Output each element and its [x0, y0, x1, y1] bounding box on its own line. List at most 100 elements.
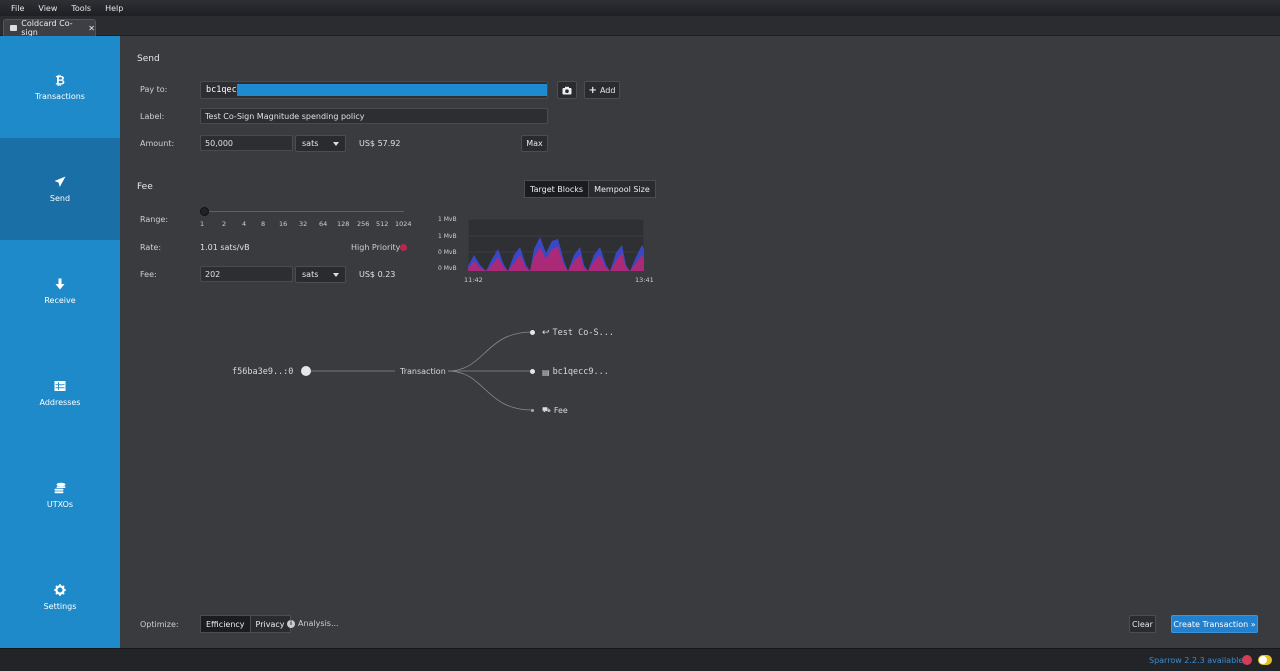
- range-tick: 512: [376, 220, 389, 228]
- amount-label: Amount:: [140, 139, 175, 148]
- optimize-privacy[interactable]: Privacy: [250, 615, 291, 633]
- output-fee[interactable]: ⛟ Fee: [542, 406, 568, 415]
- tab-strip: Coldcard Co-sign ✕: [0, 16, 1280, 37]
- fee-unit-select[interactable]: sats: [295, 266, 346, 283]
- analysis-label: Analysis...: [298, 619, 339, 628]
- send-panel: Send Pay to: bc1qec + Add Label: Test Co…: [120, 36, 1280, 648]
- fee-input[interactable]: 202: [200, 266, 293, 282]
- amount-unit-select[interactable]: sats: [295, 135, 346, 152]
- sidebar: ₿ Transactions Send Receive Addresses UT…: [0, 36, 120, 648]
- camera-icon: [562, 86, 572, 94]
- range-tick: 16: [279, 220, 288, 228]
- svg-text:₿: ₿: [55, 74, 65, 86]
- sidebar-item-settings[interactable]: Settings: [0, 546, 120, 648]
- scan-qr-button[interactable]: [557, 81, 577, 99]
- folder-icon: [10, 25, 18, 31]
- add-recipient-button[interactable]: + Add: [584, 81, 620, 99]
- fee-value: 202: [205, 269, 221, 279]
- sidebar-item-label: Addresses: [39, 397, 81, 407]
- toggle-target-blocks[interactable]: Target Blocks: [524, 180, 590, 198]
- menu-view[interactable]: View: [38, 4, 57, 13]
- output-node: [530, 369, 535, 374]
- menu-help[interactable]: Help: [105, 4, 123, 13]
- tab-wallet[interactable]: Coldcard Co-sign ✕: [3, 19, 96, 37]
- output-node: [531, 409, 534, 412]
- range-tick: 256: [357, 220, 370, 228]
- range-tick: 128: [337, 220, 350, 228]
- output-label: Fee: [553, 406, 568, 415]
- range-tick: 32: [299, 220, 308, 228]
- slider-track: [202, 211, 404, 212]
- range-tick: 1: [200, 220, 205, 228]
- clear-button[interactable]: Clear: [1129, 615, 1156, 633]
- pay-to-input[interactable]: bc1qec: [200, 81, 548, 99]
- range-tick: 64: [319, 220, 328, 228]
- connection-toggle[interactable]: [1258, 655, 1272, 665]
- amount-unit-value: sats: [302, 139, 319, 148]
- range-tick: 8: [261, 220, 266, 228]
- amount-input[interactable]: 50,000: [200, 135, 293, 151]
- optimize-efficiency[interactable]: Efficiency: [200, 615, 251, 633]
- toggle-knob: [1259, 656, 1267, 664]
- sidebar-item-send[interactable]: Send: [0, 138, 120, 240]
- toggle-mempool-size[interactable]: Mempool Size: [589, 180, 656, 198]
- sidebar-item-utxos[interactable]: UTXOs: [0, 444, 120, 546]
- create-transaction-button[interactable]: Create Transaction »: [1171, 615, 1258, 633]
- menu-file[interactable]: File: [11, 4, 24, 13]
- chevron-down-icon: [333, 272, 339, 277]
- sidebar-item-addresses[interactable]: Addresses: [0, 342, 120, 444]
- y-tick: 1 MvB: [438, 216, 457, 223]
- fee-fiat: US$ 0.23: [359, 270, 396, 279]
- info-icon: i: [287, 619, 295, 628]
- max-button[interactable]: Max: [521, 135, 548, 152]
- gear-icon: [54, 583, 66, 596]
- fee-icon: ⛟: [542, 406, 551, 414]
- fee-unit-value: sats: [302, 270, 319, 279]
- sidebar-item-label: Receive: [44, 295, 76, 305]
- sidebar-item-label: Transactions: [35, 91, 85, 101]
- y-tick: 1 MvB: [438, 233, 457, 240]
- fee-title: Fee: [137, 182, 153, 192]
- range-tick: 2: [222, 220, 227, 228]
- tab-label: Coldcard Co-sign: [21, 19, 73, 37]
- sidebar-item-transactions[interactable]: ₿ Transactions: [0, 36, 120, 138]
- output-node: [530, 330, 535, 335]
- bitcoin-icon: ₿: [55, 74, 65, 86]
- sidebar-item-label: Send: [49, 193, 71, 203]
- wallet-icon: ▤: [542, 367, 550, 377]
- sidebar-item-receive[interactable]: Receive: [0, 240, 120, 342]
- analysis-link[interactable]: i Analysis...: [287, 619, 339, 628]
- output-label: bc1qecc9...: [552, 367, 609, 377]
- menu-tools[interactable]: Tools: [71, 4, 91, 13]
- pay-to-selection: [236, 84, 547, 96]
- priority-label: High Priority: [351, 243, 401, 252]
- tab-close-icon[interactable]: ✕: [88, 24, 95, 33]
- range-label: Range:: [140, 215, 169, 224]
- fee-mode-toggle: Target Blocks Mempool Size: [524, 180, 656, 198]
- y-tick: 0 MvB: [438, 249, 457, 256]
- slider-thumb[interactable]: [200, 207, 209, 216]
- x-tick: 11:42: [464, 276, 483, 284]
- amount-value: 50,000: [205, 138, 233, 148]
- label-label: Label:: [140, 112, 165, 121]
- menu-bar: File View Tools Help: [0, 0, 1280, 16]
- tor-status-icon[interactable]: [1242, 655, 1252, 665]
- table-icon: [54, 380, 66, 391]
- input-utxo[interactable]: f56ba3e9..:0: [232, 367, 293, 377]
- transaction-node-label: Transaction: [400, 367, 446, 376]
- sidebar-item-label: UTXOs: [46, 499, 74, 509]
- mempool-plot: [468, 219, 644, 271]
- output-change[interactable]: ▤ bc1qecc9...: [542, 367, 609, 377]
- range-tick: 1024: [395, 220, 412, 228]
- optimize-toggle: Efficiency Privacy: [200, 615, 291, 633]
- arrow-down-icon: [55, 278, 65, 289]
- sidebar-item-label: Settings: [43, 601, 77, 611]
- reply-icon: ↩: [542, 328, 550, 338]
- range-tick: 4: [242, 220, 247, 228]
- label-input[interactable]: Test Co-Sign Magnitude spending policy: [200, 108, 548, 124]
- output-recipient[interactable]: ↩ Test Co-S...: [542, 328, 614, 338]
- update-available-link[interactable]: Sparrow 2.2.3 available: [1149, 656, 1243, 665]
- amount-fiat: US$ 57.92: [359, 139, 401, 148]
- send-title: Send: [137, 54, 160, 64]
- pay-to-label: Pay to:: [140, 85, 168, 94]
